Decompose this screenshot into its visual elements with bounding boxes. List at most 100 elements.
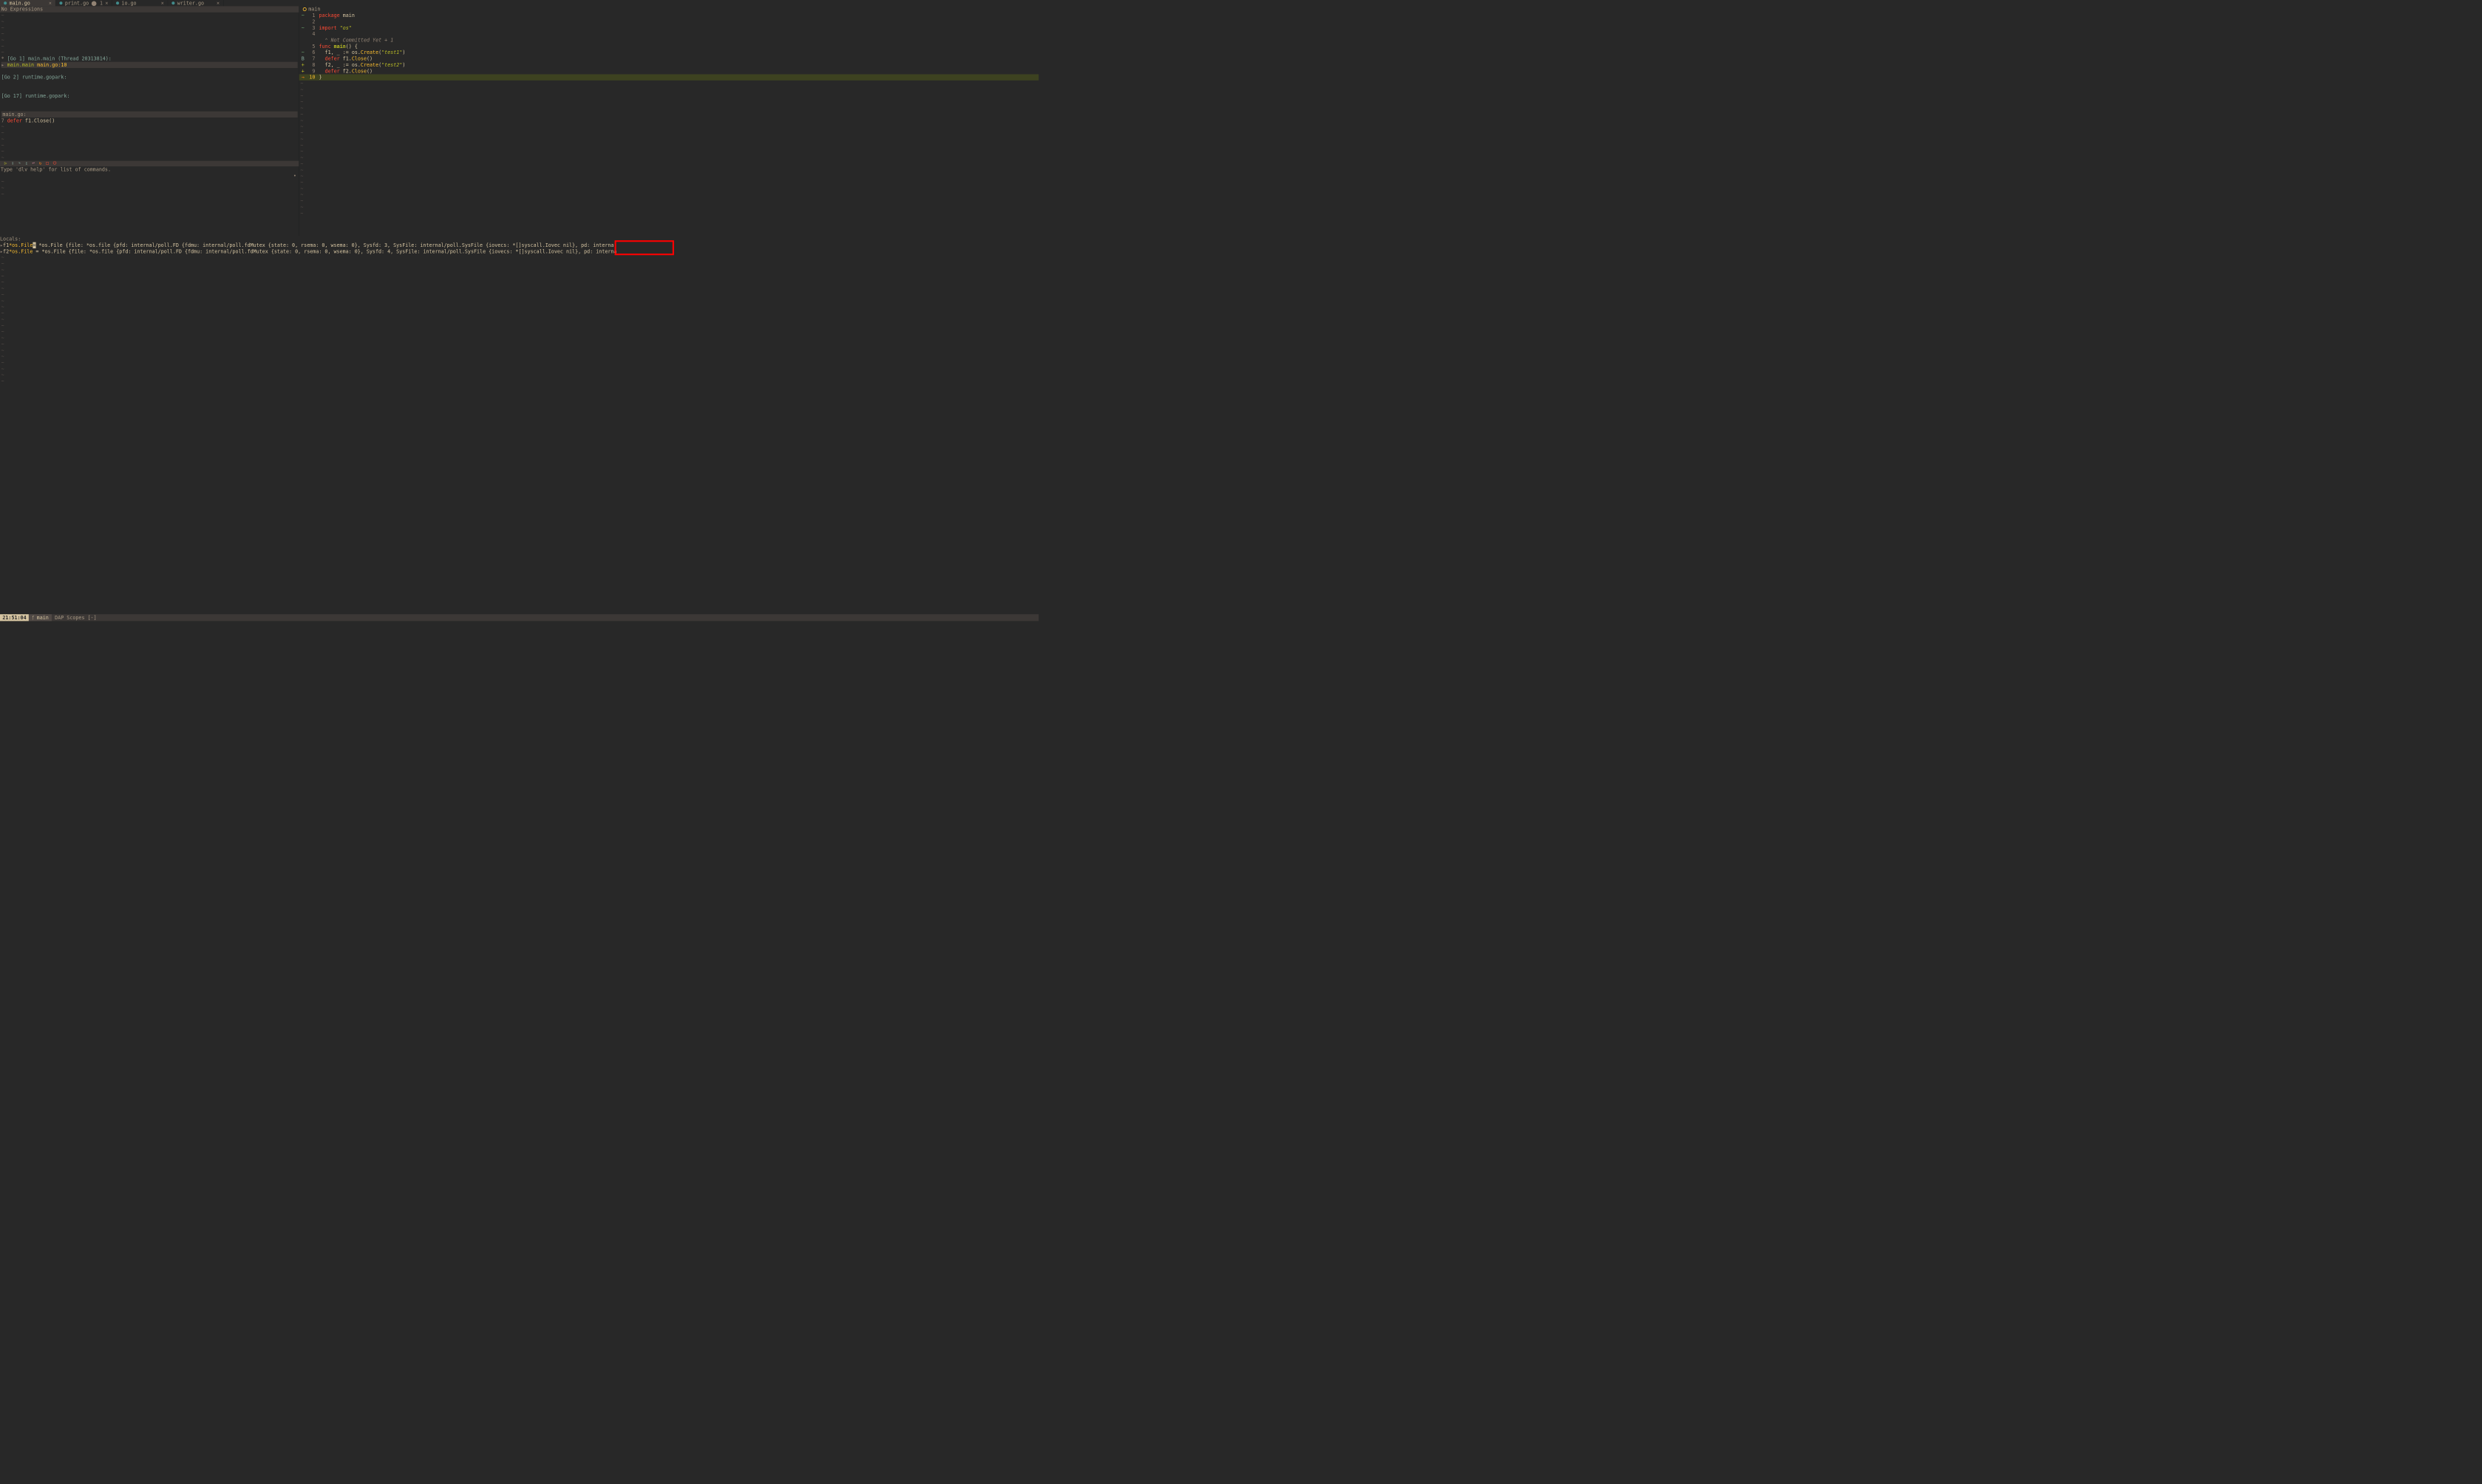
code-line[interactable]: →10} xyxy=(299,74,1039,80)
code-line[interactable]: ⌃ Not Committed Yet + 1 xyxy=(299,37,1039,43)
locals-panel: Locals: ▸ f1 *os.File = *os.File {file: … xyxy=(0,236,1038,254)
breakpoints-panel: main.go: 7 defer f1.Close() xyxy=(0,112,299,124)
step-back-icon[interactable]: ↩ xyxy=(32,161,35,166)
locals-row[interactable]: ▸ f2 *os.File = *os.File {file: *os.file… xyxy=(0,248,1038,254)
debug-repl[interactable]: Type 'dlv help' for list of commands. • xyxy=(0,166,299,179)
expressions-panel-title: No Expressions xyxy=(0,6,299,12)
git-branch: ᚶ main xyxy=(29,614,52,621)
tab-label: writer.go xyxy=(177,0,204,6)
tab-io-go[interactable]: io.go × xyxy=(112,0,168,6)
threads-panel: * [Go 1] main.main (Thread 20313814): ▸ … xyxy=(0,55,299,111)
repl-help-text: Type 'dlv help' for list of commands. xyxy=(1,166,299,172)
line-number: 8 xyxy=(307,62,319,68)
code-line[interactable]: 2 xyxy=(299,18,1039,24)
file-dot-icon xyxy=(171,1,174,4)
gutter-sign: ~ xyxy=(299,50,307,55)
tab-label: io.go xyxy=(121,0,136,6)
disconnect-icon[interactable]: ⏻ xyxy=(53,161,57,166)
code-line[interactable]: 5func main() { xyxy=(299,44,1039,50)
source-text: defer f1.Close() xyxy=(319,55,373,61)
gutter-sign: → xyxy=(299,74,307,80)
tab-main-go[interactable]: main.go × xyxy=(0,0,55,6)
gutter-sign: ~ xyxy=(299,24,307,30)
thread-item[interactable]: [Go 2] runtime.gopark: xyxy=(1,74,298,80)
source-text: package main xyxy=(319,13,354,18)
line-number: 7 xyxy=(307,55,319,61)
gutter-sign xyxy=(299,31,307,37)
code-area[interactable]: ~1package main2~3import "os"4 ⌃ Not Comm… xyxy=(299,13,1039,81)
line-number: 4 xyxy=(307,31,319,37)
code-line[interactable]: +9 defer f2.Close() xyxy=(299,68,1039,74)
code-line[interactable]: +8 f2, _ := os.Create("test2") xyxy=(299,62,1039,68)
line-number: 10 xyxy=(307,74,319,80)
line-number: 3 xyxy=(307,24,319,30)
locals-title: Locals: xyxy=(0,236,1038,242)
status-line: 21:51:04 ᚶ main DAP Scopes [-] xyxy=(0,614,1038,621)
stack-frame[interactable]: ▸ main.main main.go:10 xyxy=(1,62,298,68)
tab-writer-go[interactable]: writer.go × xyxy=(168,0,223,6)
source-text: ⌃ Not Committed Yet + 1 xyxy=(319,37,393,43)
thread-item[interactable]: * [Go 1] main.main (Thread 20313814): xyxy=(1,55,298,61)
expressions-panel-body: ~~~ ~~~ ~ xyxy=(0,13,299,56)
breakpoint-line[interactable]: 7 defer f1.Close() xyxy=(1,118,298,123)
tab-print-go[interactable]: print.go ⬤ 1 × xyxy=(55,0,112,6)
restart-icon[interactable]: ↻ xyxy=(39,161,42,166)
branch-icon: ᚶ xyxy=(32,615,35,621)
tab-bar: main.go × print.go ⬤ 1 × io.go × writer.… xyxy=(0,0,1038,6)
tab-modified: ⬤ 1 xyxy=(91,0,103,6)
gutter-sign: + xyxy=(299,68,307,74)
code-line[interactable]: ~1package main xyxy=(299,13,1039,18)
thread-item[interactable]: [Go 17] runtime.gopark: xyxy=(1,93,298,99)
step-into-icon[interactable]: ↧ xyxy=(11,161,14,166)
clock: 21:51:04 xyxy=(0,614,29,621)
breakpoint-file[interactable]: main.go: xyxy=(1,112,298,118)
package-icon xyxy=(303,7,307,11)
file-dot-icon xyxy=(4,1,7,4)
code-line[interactable]: 4 xyxy=(299,31,1039,37)
debug-sidebar: No Expressions ~~~ ~~~ ~ * [Go 1] main.m… xyxy=(0,6,299,236)
gutter-sign: B xyxy=(299,55,307,61)
repl-input[interactable]: • xyxy=(1,173,299,179)
close-icon[interactable]: × xyxy=(105,0,108,6)
gutter-sign: ~ xyxy=(299,13,307,18)
winbar-label: main xyxy=(308,6,320,12)
gutter-sign xyxy=(299,18,307,24)
source-text: f1, _ := os.Create("test1") xyxy=(319,50,405,55)
gutter-sign xyxy=(299,44,307,50)
branch-name: main xyxy=(37,615,49,621)
tab-label: main.go xyxy=(10,0,30,6)
code-line[interactable]: B7 defer f1.Close() xyxy=(299,55,1039,61)
line-number xyxy=(307,37,319,43)
continue-icon[interactable]: ▷ xyxy=(4,161,7,166)
gutter-sign: + xyxy=(299,62,307,68)
debug-toolbar: ▷ ↧ ↷ ↥ ↩ ↻ □ ⏻ xyxy=(0,161,299,167)
step-over-icon[interactable]: ↷ xyxy=(18,161,21,166)
source-text: func main() { xyxy=(319,44,357,50)
line-number: 6 xyxy=(307,50,319,55)
winbar: main xyxy=(299,6,1039,12)
source-text: } xyxy=(319,74,322,80)
file-dot-icon xyxy=(116,1,119,4)
repl-indicator-icon: • xyxy=(293,173,299,179)
tab-label: print.go xyxy=(65,0,89,6)
annotation-highlight-box xyxy=(615,240,674,255)
close-icon[interactable]: × xyxy=(49,0,52,6)
source-text: f2, _ := os.Create("test2") xyxy=(319,62,405,68)
source-text: defer f2.Close() xyxy=(319,68,373,74)
code-editor[interactable]: main ~1package main2~3import "os"4 ⌃ Not… xyxy=(299,6,1039,236)
line-number: 5 xyxy=(307,44,319,50)
status-mode: DAP Scopes [-] xyxy=(52,615,100,621)
line-number: 1 xyxy=(307,13,319,18)
file-dot-icon xyxy=(59,1,62,4)
line-number: 9 xyxy=(307,68,319,74)
step-out-icon[interactable]: ↥ xyxy=(25,161,28,166)
code-line[interactable]: ~6 f1, _ := os.Create("test1") xyxy=(299,50,1039,55)
code-line[interactable]: ~3import "os" xyxy=(299,24,1039,30)
locals-row[interactable]: ▸ f1 *os.File = *os.File {file: *os.file… xyxy=(0,242,1038,248)
line-number: 2 xyxy=(307,18,319,24)
source-text: import "os" xyxy=(319,24,351,30)
close-icon[interactable]: × xyxy=(217,0,220,6)
close-icon[interactable]: × xyxy=(161,0,164,6)
stop-icon[interactable]: □ xyxy=(46,161,49,166)
gutter-sign xyxy=(299,37,307,43)
